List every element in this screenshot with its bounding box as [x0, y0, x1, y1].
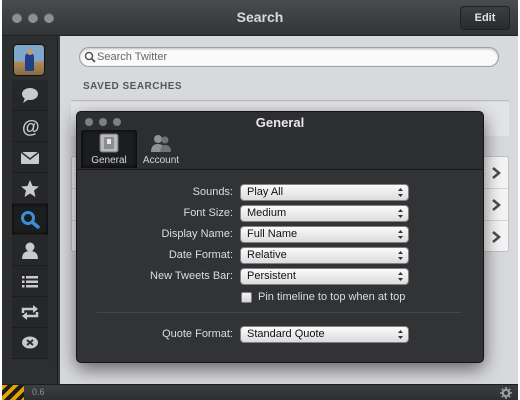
- sounds-value: Play All: [247, 186, 284, 198]
- font-size-popup[interactable]: Medium: [240, 205, 409, 222]
- font-size-label: Font Size:: [183, 207, 233, 219]
- new-tweets-bar-value: Persistent: [247, 270, 296, 282]
- sounds-popup[interactable]: Play All: [240, 184, 409, 201]
- sounds-label: Sounds:: [192, 186, 233, 198]
- avatar-head: [27, 49, 33, 55]
- sidebar: @: [2, 36, 58, 384]
- date-format-popup[interactable]: Relative: [240, 247, 409, 264]
- date-format-label: Date Format:: [168, 249, 233, 261]
- accounts-icon: [151, 135, 171, 152]
- sidebar-item-retweets[interactable]: [12, 297, 48, 328]
- sidebar-item-profile[interactable]: [12, 235, 48, 266]
- magnifier-icon: [84, 51, 96, 63]
- sidebar-item-timeline[interactable]: [12, 80, 48, 111]
- general-settings-pane: Sounds: Play All Font Size: Medium Displ…: [77, 170, 483, 362]
- quote-format-label: Quote Format:: [162, 328, 233, 340]
- sidebar-nav: @: [12, 80, 48, 359]
- envelope-icon: [20, 151, 40, 164]
- popup-arrows-icon: [398, 330, 403, 339]
- chevron-right-icon: [492, 199, 501, 211]
- tab-account-label: Account: [142, 155, 180, 166]
- edit-button[interactable]: Edit: [460, 6, 510, 30]
- preferences-dialog: General General Account Sounds: Play All…: [76, 111, 484, 363]
- chevron-right-icon: [492, 231, 501, 243]
- sounds-row: Sounds: Play All: [77, 184, 483, 201]
- date-format-value: Relative: [247, 249, 287, 261]
- title-bar: Search Edit: [2, 0, 518, 36]
- popup-arrows-icon: [398, 251, 403, 260]
- display-name-row: Display Name: Full Name: [77, 226, 483, 243]
- gear-icon[interactable]: [500, 387, 512, 399]
- sidebar-item-mute[interactable]: [12, 328, 48, 359]
- dialog-title: General: [255, 115, 305, 130]
- font-size-value: Medium: [247, 207, 287, 219]
- status-bar: 0.6: [2, 384, 518, 400]
- quote-format-value: Standard Quote: [247, 328, 325, 340]
- star-icon: [21, 180, 39, 197]
- chevron-right-icon: [492, 167, 501, 179]
- quote-format-popup[interactable]: Standard Quote: [240, 326, 409, 343]
- person-icon: [22, 242, 38, 259]
- sidebar-item-messages[interactable]: [12, 142, 48, 173]
- sidebar-item-lists[interactable]: [12, 266, 48, 297]
- saved-searches-divider: [71, 100, 509, 101]
- popup-arrows-icon: [398, 209, 403, 218]
- hazard-stripes-icon: [2, 385, 24, 400]
- pin-timeline-checkbox[interactable]: [241, 292, 252, 303]
- display-name-label: Display Name:: [161, 228, 233, 240]
- dialog-title-bar: General: [77, 112, 483, 132]
- new-tweets-bar-popup[interactable]: Persistent: [240, 268, 409, 285]
- tab-general-label: General: [91, 155, 127, 166]
- at-sign-icon: @: [22, 117, 40, 136]
- settings-divider: [97, 312, 461, 313]
- date-format-row: Date Format: Relative: [77, 247, 483, 264]
- sidebar-item-mentions[interactable]: @: [12, 111, 48, 142]
- font-size-row: Font Size: Medium: [77, 205, 483, 222]
- avatar-figure: [25, 53, 34, 71]
- pin-timeline-row: Pin timeline to top when at top: [241, 291, 481, 305]
- sidebar-item-favorites[interactable]: [12, 173, 48, 204]
- pin-timeline-label[interactable]: Pin timeline to top when at top: [258, 291, 405, 303]
- retweet-icon: [21, 305, 39, 320]
- new-tweets-bar-label: New Tweets Bar:: [150, 270, 233, 282]
- display-name-value: Full Name: [247, 228, 298, 240]
- new-tweets-bar-row: New Tweets Bar: Persistent: [77, 268, 483, 285]
- avatar[interactable]: [13, 44, 45, 76]
- sidebar-item-search[interactable]: [12, 204, 48, 235]
- tab-account[interactable]: Account: [133, 130, 189, 168]
- search-icon: [21, 211, 40, 229]
- svg-text:@: @: [22, 117, 40, 136]
- popup-arrows-icon: [398, 230, 403, 239]
- saved-searches-heading: SAVED SEARCHES: [83, 81, 183, 92]
- mute-icon: [22, 336, 38, 349]
- window-title: Search: [236, 9, 284, 25]
- version-label: 0.6: [32, 387, 45, 397]
- search-field[interactable]: [79, 47, 499, 67]
- list-icon: [22, 276, 38, 288]
- quote-format-row: Quote Format: Standard Quote: [77, 326, 483, 343]
- tab-general[interactable]: General: [81, 130, 137, 168]
- speech-bubble-icon: [22, 88, 38, 103]
- display-name-popup[interactable]: Full Name: [240, 226, 409, 243]
- search-input[interactable]: [97, 49, 487, 65]
- popup-arrows-icon: [398, 272, 403, 281]
- switch-icon: [99, 133, 119, 153]
- popup-arrows-icon: [398, 188, 403, 197]
